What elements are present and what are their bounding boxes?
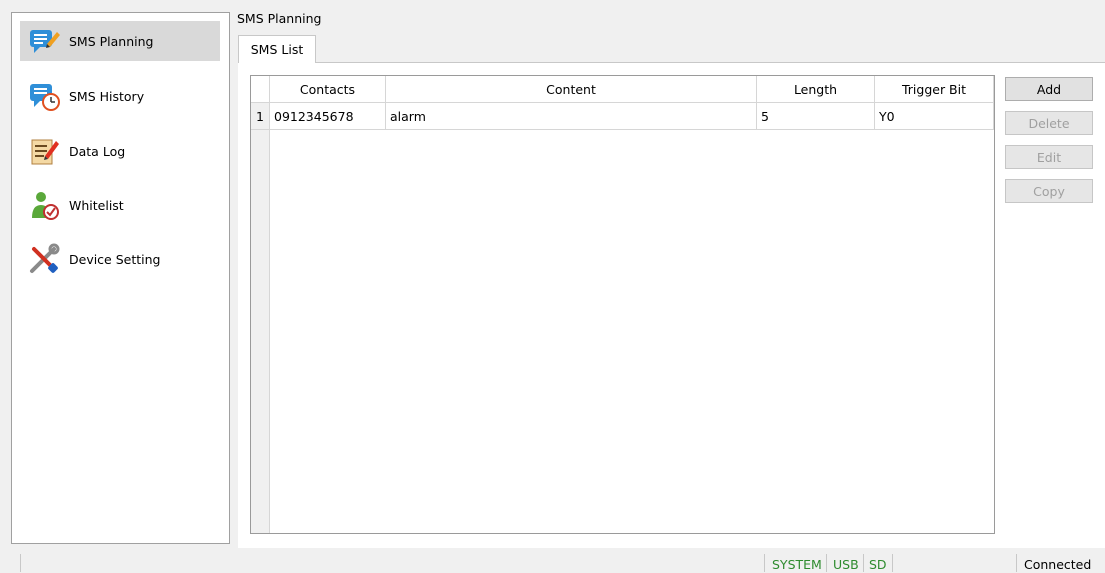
status-divider [863,554,864,572]
sidebar-item-whitelist[interactable]: Whitelist [20,185,220,225]
column-header-contacts[interactable]: Contacts [270,76,386,103]
status-system: SYSTEM [772,557,822,572]
column-header-length[interactable]: Length [757,76,875,103]
tab-sms-list[interactable]: SMS List [238,35,316,63]
status-sd: SD [869,557,887,572]
status-divider [1016,554,1017,572]
sms-table[interactable]: Contacts Content Length Trigger Bit 1 09… [250,75,995,534]
cell-trigger-bit[interactable]: Y0 [875,103,994,130]
whitelist-icon [27,188,61,222]
column-header-trigger-bit[interactable]: Trigger Bit [875,76,994,103]
cell-length[interactable]: 5 [757,103,875,130]
sidebar-item-label: Data Log [69,143,126,159]
sidebar-item-label: SMS History [69,88,145,104]
sms-planning-icon [27,24,61,58]
column-header-content[interactable]: Content [386,76,757,103]
status-divider [826,554,827,572]
sidebar-item-sms-planning[interactable]: SMS Planning [20,21,220,61]
row-header-column [251,76,270,533]
table-header: Contacts Content Length Trigger Bit [251,76,994,103]
cell-content[interactable]: alarm [386,103,757,130]
cell-contacts[interactable]: 0912345678 [270,103,386,130]
sidebar-item-label: Whitelist [69,197,124,213]
sidebar-item-label: Device Setting [69,251,161,267]
data-log-icon [27,134,61,168]
sidebar-item-device-setting[interactable]: Device Setting [20,239,220,279]
corner-header [251,76,270,103]
edit-button[interactable]: Edit [1005,145,1093,169]
table-row[interactable]: 1 0912345678 alarm 5 Y0 [251,103,994,130]
sidebar-item-sms-history[interactable]: SMS History [20,76,220,116]
sms-history-icon [27,79,61,113]
add-button[interactable]: Add [1005,77,1093,101]
row-number: 1 [251,103,270,130]
delete-button[interactable]: Delete [1005,111,1093,135]
sidebar-item-data-log[interactable]: Data Log [20,131,220,171]
device-setting-icon [27,242,61,276]
status-usb: USB [833,557,859,572]
sidebar-item-label: SMS Planning [69,33,154,49]
page-title: SMS Planning [237,11,322,26]
copy-button[interactable]: Copy [1005,179,1093,203]
status-divider [764,554,765,572]
status-divider [892,554,893,572]
sidebar: SMS Planning SMS History Data Log Whitel… [11,12,230,544]
status-divider [20,554,21,572]
connection-status: Connected [1024,557,1092,572]
